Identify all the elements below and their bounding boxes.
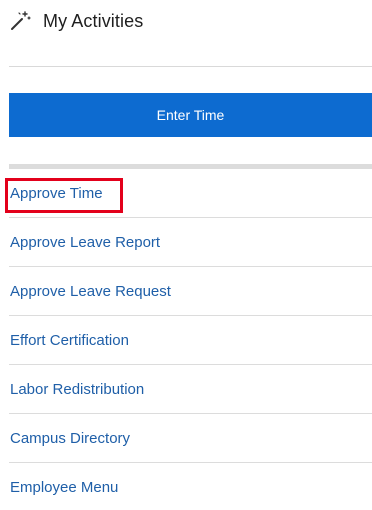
enter-time-button[interactable]: Enter Time xyxy=(9,93,372,137)
labor-redistribution-link[interactable]: Labor Redistribution xyxy=(9,382,144,397)
list-item: Effort Certification xyxy=(9,316,372,365)
list-item: Approve Time xyxy=(5,169,372,218)
employee-menu-link[interactable]: Employee Menu xyxy=(9,480,118,495)
effort-certification-link[interactable]: Effort Certification xyxy=(9,333,129,348)
approve-leave-request-link[interactable]: Approve Leave Request xyxy=(9,284,171,299)
approve-time-link[interactable]: Approve Time xyxy=(9,186,103,201)
list-item: Campus Directory xyxy=(9,414,372,463)
header-divider xyxy=(9,66,372,67)
list-item: Approve Leave Request xyxy=(9,267,372,316)
magic-wand-icon xyxy=(9,10,31,32)
list-item: Employee Menu xyxy=(9,463,372,510)
activities-list: Approve Time Approve Leave Report Approv… xyxy=(5,169,372,510)
list-item: Approve Leave Report xyxy=(9,218,372,267)
campus-directory-link[interactable]: Campus Directory xyxy=(9,431,130,446)
list-item: Labor Redistribution xyxy=(9,365,372,414)
approve-leave-report-link[interactable]: Approve Leave Report xyxy=(9,235,160,250)
page-title: My Activities xyxy=(43,10,144,31)
my-activities-header: My Activities xyxy=(9,6,143,36)
